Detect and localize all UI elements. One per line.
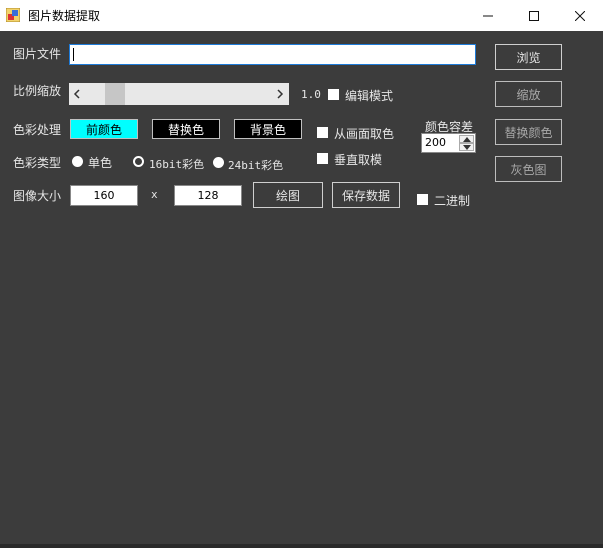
browse-button[interactable]: 浏览	[495, 44, 562, 70]
binary-label: 二进制	[434, 194, 471, 208]
draw-button[interactable]: 绘图	[253, 182, 323, 208]
scroll-right-icon[interactable]	[276, 89, 284, 99]
vertical-mode-checkbox[interactable]	[317, 153, 328, 164]
scale-scrollbar[interactable]	[69, 83, 289, 105]
foreground-color-button[interactable]: 前颜色	[70, 119, 138, 139]
close-button[interactable]	[557, 0, 603, 31]
zoom-button[interactable]: 缩放	[495, 81, 562, 107]
title-bar: 图片数据提取	[0, 0, 603, 31]
size-separator: x	[151, 188, 158, 201]
text-cursor	[73, 48, 74, 61]
scale-value: 1.0	[301, 88, 321, 101]
arrow-up-icon	[463, 137, 471, 142]
pick-from-screen-label: 从画面取色	[334, 127, 395, 141]
height-input[interactable]: 128	[174, 185, 242, 206]
file-path-input[interactable]	[69, 44, 476, 65]
scale-label: 比例缩放	[13, 84, 62, 98]
maximize-icon	[529, 10, 539, 21]
edit-mode-checkbox[interactable]	[328, 89, 339, 100]
window-title: 图片数据提取	[28, 9, 101, 23]
16bit-radio[interactable]	[133, 156, 144, 167]
24bit-option-label: 24bit彩色	[228, 159, 284, 172]
mono-radio[interactable]	[72, 156, 83, 167]
binary-checkbox[interactable]	[417, 194, 428, 205]
arrow-down-icon	[463, 145, 471, 150]
image-size-label: 图像大小	[13, 189, 62, 203]
vertical-mode-label: 垂直取模	[334, 153, 383, 167]
24bit-radio[interactable]	[213, 157, 224, 168]
color-process-label: 色彩处理	[13, 123, 62, 137]
app-icon	[6, 8, 20, 22]
file-label: 图片文件	[13, 47, 62, 61]
replace-colors-button[interactable]: 替换颜色	[495, 119, 562, 145]
save-data-button[interactable]: 保存数据	[332, 182, 400, 208]
window-bottom-edge	[0, 544, 603, 548]
spinner-up[interactable]	[459, 135, 474, 143]
width-input[interactable]: 160	[70, 185, 138, 206]
background-color-button[interactable]: 背景色	[234, 119, 302, 139]
color-type-label: 色彩类型	[13, 156, 62, 170]
maximize-button[interactable]	[511, 0, 557, 31]
edit-mode-label: 编辑模式	[345, 89, 394, 103]
grayscale-button[interactable]: 灰色图	[495, 156, 562, 182]
minimize-button[interactable]	[465, 0, 511, 31]
16bit-option-label: 16bit彩色	[149, 158, 205, 171]
scroll-thumb[interactable]	[105, 83, 126, 105]
scroll-left-icon[interactable]	[73, 89, 81, 99]
close-icon	[575, 10, 585, 21]
tolerance-value: 200	[425, 136, 446, 149]
spinner-down[interactable]	[459, 143, 474, 151]
pick-from-screen-checkbox[interactable]	[317, 127, 328, 138]
replace-color-button[interactable]: 替换色	[152, 119, 220, 139]
minimize-icon	[483, 15, 493, 16]
mono-option-label: 单色	[88, 156, 113, 170]
tolerance-spinner[interactable]: 200	[421, 133, 476, 153]
